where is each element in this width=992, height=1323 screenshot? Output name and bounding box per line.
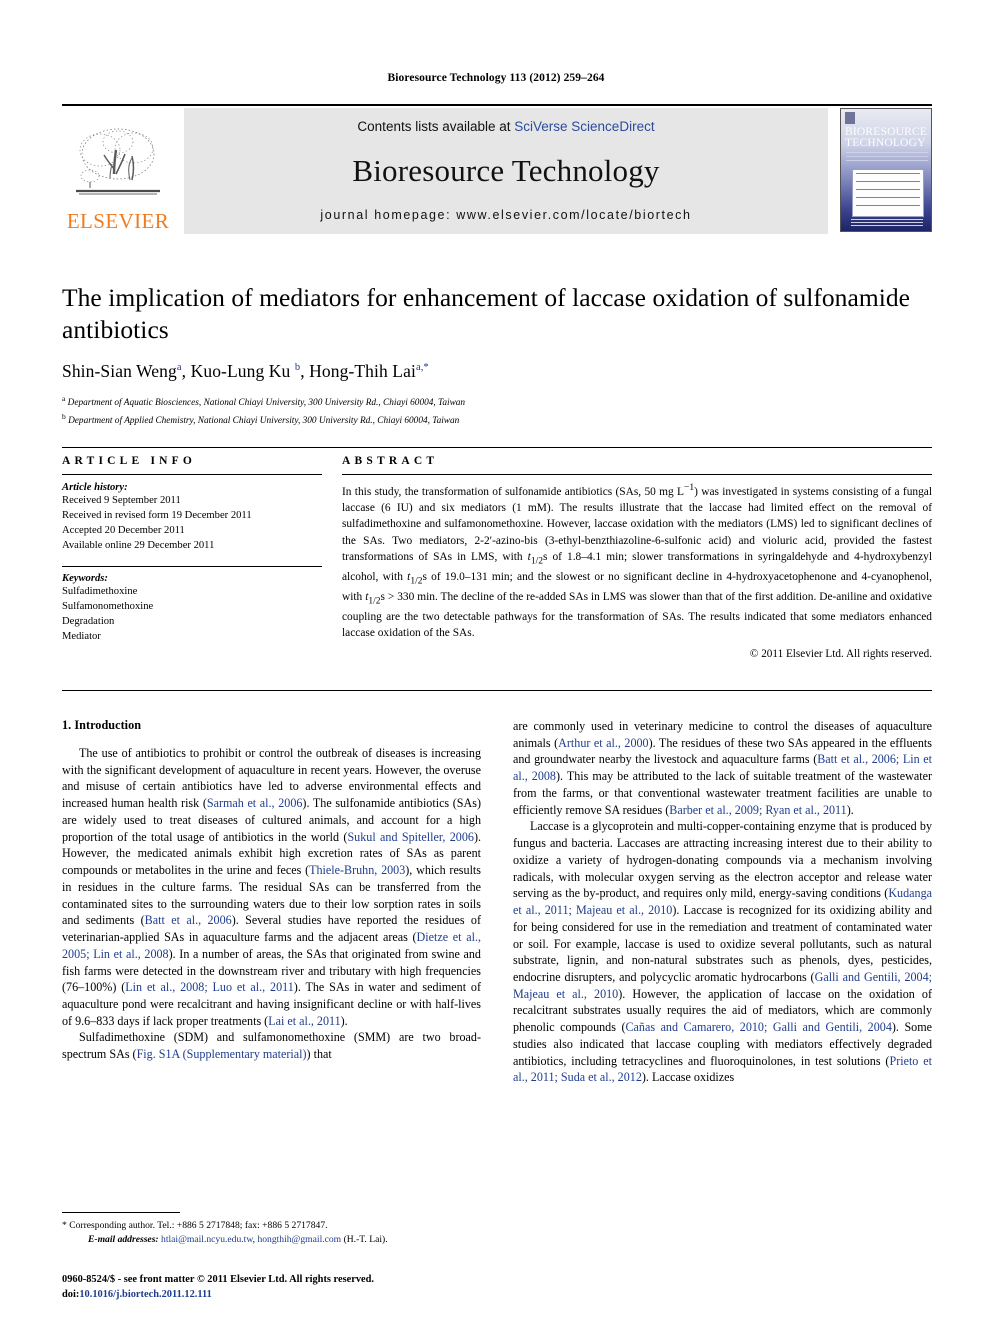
keyword-item: Sulfamonomethoxine xyxy=(62,601,154,613)
email-link-1[interactable]: htlai@mail.ncyu.edu.tw xyxy=(161,1234,253,1245)
doi-prefix: doi: xyxy=(62,1289,80,1301)
article-history-list: Received 9 September 2011 Received in re… xyxy=(62,493,322,553)
body-column-right: are commonly used in veterinary medicine… xyxy=(513,718,932,1086)
history-item: Available online 29 December 2011 xyxy=(62,540,215,552)
affiliation-b: b Department of Applied Chemistry, Natio… xyxy=(62,411,932,429)
doi-line: doi:10.1016/j.biortech.2011.12.111 xyxy=(62,1287,622,1302)
elsevier-logo: ELSEVIER xyxy=(62,108,174,234)
article-history-label: Article history: xyxy=(62,482,128,493)
journal-masthead: ELSEVIER Contents lists available at Sci… xyxy=(62,104,932,234)
footnote-corresponding-line: * Corresponding author. Tel.: +886 5 271… xyxy=(62,1220,328,1231)
affil-marker-a: a xyxy=(62,394,66,404)
page-footer: 0960-8524/$ - see front matter © 2011 El… xyxy=(62,1272,622,1302)
abstract-copyright: © 2011 Elsevier Ltd. All rights reserved… xyxy=(749,648,932,661)
corresponding-author-footnote: * Corresponding author. Tel.: +886 5 271… xyxy=(62,1212,481,1248)
sciencedirect-link[interactable]: SciVerse ScienceDirect xyxy=(514,119,654,134)
abstract-column: ABSTRACT In this study, the transformati… xyxy=(334,455,932,660)
contents-available-line: Contents lists available at SciVerse Sci… xyxy=(357,119,654,134)
article-info-rule xyxy=(62,474,322,475)
issn-copyright-line: 0960-8524/$ - see front matter © 2011 El… xyxy=(62,1274,375,1285)
email-link-2[interactable]: hongthih@gmail.com xyxy=(257,1234,341,1245)
keyword-item: Degradation xyxy=(62,616,115,628)
body-column-left: 1. Introduction The use of antibiotics t… xyxy=(62,718,481,1086)
body-paragraph: The use of antibiotics to prohibit or co… xyxy=(62,746,482,1028)
journal-cover-thumbnail: BIORESOURCE TECHNOLOGY xyxy=(840,108,932,232)
abstract-rule xyxy=(342,474,932,475)
abstract-text: In this study, the transformation of sul… xyxy=(342,483,932,639)
cover-title-line-2: TECHNOLOGY xyxy=(845,137,926,149)
masthead-center-panel: Contents lists available at SciVerse Sci… xyxy=(184,108,828,234)
contents-prefix: Contents lists available at xyxy=(357,119,515,134)
body-divider xyxy=(62,690,932,691)
info-divider xyxy=(62,447,932,448)
affiliation-a: a Department of Aquatic Biosciences, Nat… xyxy=(62,393,932,411)
body-paragraph: Sulfadimethoxine (SDM) and sulfamonometh… xyxy=(62,1030,481,1062)
body-paragraph: are commonly used in veterinary medicine… xyxy=(513,719,933,817)
section-heading-introduction: 1. Introduction xyxy=(62,718,142,732)
email-addresses-label: E-mail addresses: xyxy=(88,1234,159,1246)
abstract-heading: ABSTRACT xyxy=(342,455,439,467)
history-item: Accepted 20 December 2011 xyxy=(62,525,185,537)
journal-article-page: Bioresource Technology 113 (2012) 259–26… xyxy=(0,0,992,1323)
email-owner: (H.-T. Lai). xyxy=(343,1234,388,1246)
keywords-label: Keywords: xyxy=(62,573,108,585)
body-columns: 1. Introduction The use of antibiotics t… xyxy=(62,718,932,1086)
cover-subtitle-block xyxy=(846,152,928,164)
keyword-item: Sulfadimethoxine xyxy=(62,586,138,598)
journal-homepage-url[interactable]: journal homepage: www.elsevier.com/locat… xyxy=(320,208,691,222)
author-affil-marker-a: a xyxy=(176,362,182,374)
affiliations: a Department of Aquatic Biosciences, Nat… xyxy=(62,393,932,429)
affiliation-a-text: Department of Aquatic Biosciences, Natio… xyxy=(67,398,466,409)
history-item: Received in revised form 19 December 201… xyxy=(62,510,252,522)
doi-link[interactable]: 10.1016/j.biortech.2011.12.111 xyxy=(79,1289,211,1300)
author-list: Shin-Sian Wenga, Kuo-Lung Ku b, Hong-Thi… xyxy=(62,361,429,382)
article-info-heading: ARTICLE INFO xyxy=(62,455,197,467)
keywords-block: Keywords: Sulfadimethoxine Sulfamonometh… xyxy=(62,566,322,644)
title-block: The implication of mediators for enhance… xyxy=(62,282,932,429)
affil-marker-b: b xyxy=(62,412,66,422)
body-paragraph: Laccase is a glycoprotein and multi-copp… xyxy=(513,819,932,1085)
keyword-item: Mediator xyxy=(62,631,101,643)
author-affil-marker-a-corr: a,* xyxy=(415,362,429,374)
author-affil-marker-b: b xyxy=(294,362,301,374)
page-title: The implication of mediators for enhance… xyxy=(62,283,911,344)
running-head: Bioresource Technology 113 (2012) 259–26… xyxy=(387,72,605,84)
elsevier-wordmark: ELSEVIER xyxy=(66,209,170,233)
info-abstract-region: ARTICLE INFO Article history: Received 9… xyxy=(62,455,932,660)
article-info-column: ARTICLE INFO Article history: Received 9… xyxy=(62,455,334,660)
keywords-list: Sulfadimethoxine Sulfamonomethoxine Degr… xyxy=(62,584,322,644)
footnote-email-line: E-mail addresses: htlai@mail.ncyu.edu.tw… xyxy=(88,1234,388,1246)
cover-figure-lines xyxy=(856,173,920,213)
cover-elsevier-icon xyxy=(845,112,855,124)
history-item: Received 9 September 2011 xyxy=(62,495,181,506)
journal-title: Bioresource Technology xyxy=(352,153,660,188)
footnote-rule xyxy=(62,1212,180,1213)
cover-footer-block xyxy=(851,219,923,226)
elsevier-tree-icon xyxy=(76,128,160,195)
cover-figure-box xyxy=(852,169,924,217)
affiliation-b-text: Department of Applied Chemistry, Nationa… xyxy=(68,416,460,427)
